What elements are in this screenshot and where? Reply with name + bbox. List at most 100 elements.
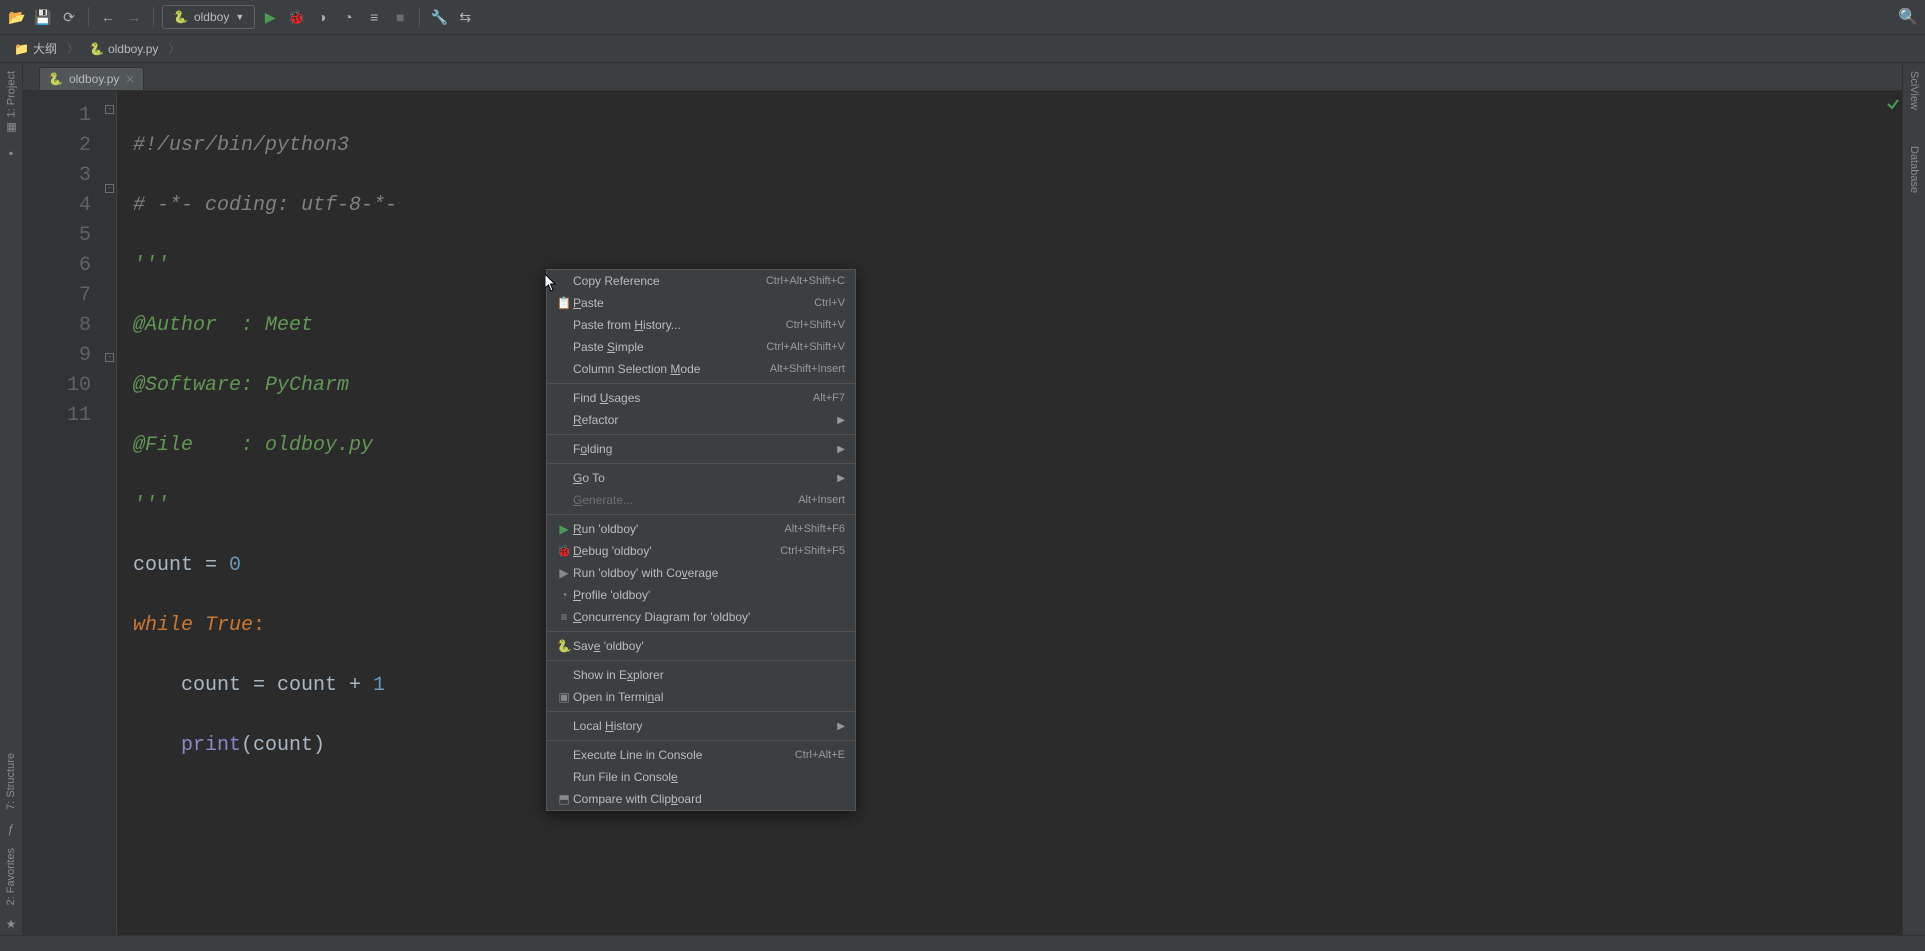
close-icon[interactable]: ✕ bbox=[125, 73, 134, 86]
right-tool-strip: SciView Database bbox=[1902, 63, 1925, 935]
sidebar-favorites[interactable]: 2: Favorites bbox=[5, 840, 17, 913]
profile-icon[interactable]: ◔ bbox=[337, 6, 359, 28]
context-menu-shortcut: Alt+Shift+Insert bbox=[770, 363, 845, 375]
context-menu-item[interactable]: ⬒Compare with Clipboard bbox=[547, 788, 855, 810]
tab-oldboy[interactable]: 🐍 oldboy.py ✕ bbox=[39, 67, 144, 90]
context-menu-item[interactable]: Copy ReferenceCtrl+Alt+Shift+C bbox=[547, 270, 855, 292]
code-text: count bbox=[133, 554, 205, 577]
run-icon[interactable]: ▶ bbox=[259, 6, 281, 28]
line-number: 4 bbox=[23, 191, 91, 221]
context-menu-item-label: Concurrency Diagram for 'oldboy' bbox=[573, 610, 845, 624]
star-icon[interactable]: ★ bbox=[6, 917, 17, 931]
open-icon[interactable]: 📂 bbox=[6, 6, 28, 28]
context-menu-item[interactable]: Run File in Console bbox=[547, 766, 855, 788]
code-editor[interactable]: 1 2 3 4 5 6 7 8 9 10 11 - - - #!/usr/bin… bbox=[23, 91, 1902, 935]
context-menu-item[interactable]: Column Selection ModeAlt+Shift+Insert bbox=[547, 358, 855, 380]
folder-small-icon[interactable]: ▪ bbox=[9, 146, 13, 160]
concurrency-icon[interactable]: ≡ bbox=[363, 6, 385, 28]
fold-toggle[interactable]: - bbox=[105, 184, 114, 193]
run-config-selector[interactable]: 🐍 oldboy ▼ bbox=[162, 5, 255, 29]
sidebar-database-label: Database bbox=[1908, 146, 1920, 193]
context-menu[interactable]: Copy ReferenceCtrl+Alt+Shift+C📋PasteCtrl… bbox=[546, 269, 856, 811]
attach-icon[interactable]: ⇆ bbox=[454, 6, 476, 28]
submenu-arrow-icon: ▶ bbox=[837, 721, 845, 732]
context-menu-item[interactable]: ≡Concurrency Diagram for 'oldboy' bbox=[547, 606, 855, 628]
context-menu-item-icon: ≡ bbox=[555, 610, 573, 624]
context-menu-item-label: Show in Explorer bbox=[573, 668, 845, 682]
context-menu-item[interactable]: 🐍Save 'oldboy' bbox=[547, 635, 855, 657]
context-menu-shortcut: Ctrl+Shift+F5 bbox=[780, 545, 845, 557]
python-file-icon: 🐍 bbox=[89, 42, 104, 56]
context-menu-separator bbox=[547, 514, 855, 515]
context-menu-item-icon: ▶ bbox=[555, 566, 573, 580]
context-menu-separator bbox=[547, 740, 855, 741]
fold-column: - - - bbox=[103, 91, 117, 935]
context-menu-item[interactable]: Paste from History...Ctrl+Shift+V bbox=[547, 314, 855, 336]
context-menu-item[interactable]: Show in Explorer bbox=[547, 664, 855, 686]
context-menu-item-icon: ▶ bbox=[555, 522, 573, 536]
context-menu-item[interactable]: Go To▶ bbox=[547, 467, 855, 489]
context-menu-item[interactable]: Folding▶ bbox=[547, 438, 855, 460]
context-menu-item-label: Debug 'oldboy' bbox=[573, 544, 780, 558]
context-menu-item-label: Paste from History... bbox=[573, 318, 786, 332]
tab-label: oldboy.py bbox=[69, 72, 119, 86]
context-menu-item-icon: ◔ bbox=[555, 588, 573, 602]
sidebar-project[interactable]: ▦ 1: Project bbox=[5, 63, 18, 142]
line-gutter: 1 2 3 4 5 6 7 8 9 10 11 bbox=[23, 91, 103, 935]
save-icon[interactable]: 💾 bbox=[32, 6, 54, 28]
fn-small-icon[interactable]: ƒ bbox=[8, 822, 15, 836]
code-area[interactable]: #!/usr/bin/python3 # -*- coding: utf-8-*… bbox=[117, 91, 1902, 935]
sidebar-sciview[interactable]: SciView bbox=[1908, 63, 1920, 118]
stop-icon[interactable]: ■ bbox=[389, 6, 411, 28]
search-icon[interactable]: 🔍 bbox=[1897, 6, 1919, 28]
context-menu-item-label: Run File in Console bbox=[573, 770, 845, 784]
fold-toggle[interactable]: - bbox=[105, 353, 114, 362]
code-text: = bbox=[205, 554, 229, 577]
context-menu-shortcut: Alt+Shift+F6 bbox=[784, 523, 845, 535]
sync-icon[interactable]: ⟳ bbox=[58, 6, 80, 28]
breadcrumb: 📁 大纲 〉 🐍 oldboy.py 〉 bbox=[0, 35, 1925, 63]
forward-icon[interactable]: → bbox=[123, 6, 145, 28]
code-text: (count) bbox=[241, 734, 325, 757]
chevron-down-icon: ▼ bbox=[235, 12, 244, 22]
context-menu-item-icon: 🐞 bbox=[555, 544, 573, 558]
python-icon: 🐍 bbox=[173, 10, 188, 24]
code-text: count = count + bbox=[133, 674, 373, 697]
context-menu-separator bbox=[547, 631, 855, 632]
context-menu-item-label: Profile 'oldboy' bbox=[573, 588, 845, 602]
code-text: while bbox=[133, 614, 205, 637]
context-menu-shortcut: Alt+F7 bbox=[813, 392, 845, 404]
context-menu-item[interactable]: 📋PasteCtrl+V bbox=[547, 292, 855, 314]
context-menu-item[interactable]: Refactor▶ bbox=[547, 409, 855, 431]
crumb-file-label: oldboy.py bbox=[108, 42, 158, 56]
submenu-arrow-icon: ▶ bbox=[837, 415, 845, 426]
context-menu-item[interactable]: Paste SimpleCtrl+Alt+Shift+V bbox=[547, 336, 855, 358]
context-menu-item[interactable]: ▶Run 'oldboy' with Coverage bbox=[547, 562, 855, 584]
crumb-file[interactable]: 🐍 oldboy.py bbox=[83, 40, 164, 58]
left-tool-strip: ▦ 1: Project ▪ 7: Structure ƒ 2: Favorit… bbox=[0, 63, 23, 935]
context-menu-item[interactable]: Find UsagesAlt+F7 bbox=[547, 387, 855, 409]
context-menu-item-label: Copy Reference bbox=[573, 274, 766, 288]
context-menu-item-label: Execute Line in Console bbox=[573, 748, 795, 762]
context-menu-separator bbox=[547, 434, 855, 435]
line-number: 8 bbox=[23, 311, 91, 341]
context-menu-item[interactable]: Local History▶ bbox=[547, 715, 855, 737]
context-menu-separator bbox=[547, 463, 855, 464]
sidebar-database[interactable]: Database bbox=[1908, 138, 1920, 201]
crumb-folder[interactable]: 📁 大纲 bbox=[8, 38, 63, 59]
context-menu-item[interactable]: 🐞Debug 'oldboy'Ctrl+Shift+F5 bbox=[547, 540, 855, 562]
context-menu-item[interactable]: ◔Profile 'oldboy' bbox=[547, 584, 855, 606]
coverage-icon[interactable]: ◑ bbox=[311, 6, 333, 28]
context-menu-item[interactable]: ▣Open in Terminal bbox=[547, 686, 855, 708]
back-icon[interactable]: ← bbox=[97, 6, 119, 28]
context-menu-item-icon: ▣ bbox=[555, 690, 573, 704]
sidebar-structure[interactable]: 7: Structure bbox=[5, 745, 17, 818]
context-menu-item[interactable]: ▶Run 'oldboy'Alt+Shift+F6 bbox=[547, 518, 855, 540]
context-menu-separator bbox=[547, 383, 855, 384]
fold-toggle[interactable]: - bbox=[105, 105, 114, 114]
wrench-icon[interactable]: 🔧 bbox=[428, 6, 450, 28]
context-menu-item[interactable]: Execute Line in ConsoleCtrl+Alt+E bbox=[547, 744, 855, 766]
code-text: 1 bbox=[373, 674, 385, 697]
debug-icon[interactable]: 🐞 bbox=[285, 6, 307, 28]
context-menu-item-label: Folding bbox=[573, 442, 837, 456]
